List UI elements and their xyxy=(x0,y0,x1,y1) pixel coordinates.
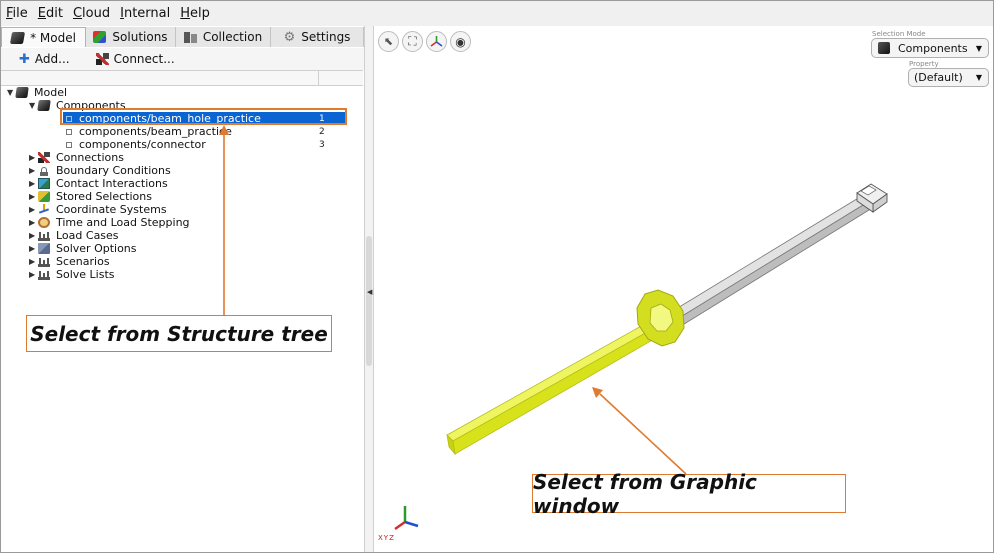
model-cube-icon xyxy=(10,31,26,44)
solutions-icon xyxy=(93,31,107,43)
callout-graphic-window: Select from Graphic window xyxy=(532,470,846,518)
expand-arrow-icon[interactable]: ▶ xyxy=(29,270,38,279)
solve-list-icon xyxy=(38,269,50,280)
tree-item-connections[interactable]: ▶ Connections xyxy=(29,151,124,164)
tree-item-component[interactable]: components/connector 3 xyxy=(63,138,346,151)
scenario-icon xyxy=(38,256,50,267)
expand-arrow-icon[interactable]: ▶ xyxy=(29,192,38,201)
tree-item-time-load-stepping[interactable]: ▶ Time and Load Stepping xyxy=(29,216,190,229)
column-separator[interactable] xyxy=(318,71,319,86)
menu-cloud[interactable]: Cloud xyxy=(68,6,115,21)
lock-icon xyxy=(38,165,50,176)
tab-collection[interactable]: Collection xyxy=(176,27,271,47)
structure-panel: * Model Solutions Collection ⚙ Settings … xyxy=(1,26,364,552)
tree-item-model[interactable]: ▼ Model xyxy=(7,86,67,99)
expand-arrow-icon[interactable]: ▶ xyxy=(29,257,38,266)
callout-structure-tree: Select from Structure tree xyxy=(26,315,332,352)
connection-icon xyxy=(38,152,50,163)
tab-model[interactable]: * Model xyxy=(1,27,86,47)
model-cube-icon xyxy=(15,87,29,98)
tree-item-boundary-conditions[interactable]: ▶ Boundary Conditions xyxy=(29,164,171,177)
expand-arrow-icon[interactable]: ▶ xyxy=(29,153,38,162)
collapse-arrow-icon[interactable]: ◀ xyxy=(367,288,372,296)
gear-icon: ⚙ xyxy=(283,29,296,45)
connect-button[interactable]: Connect... xyxy=(70,52,175,66)
tree-item-component[interactable]: components/beam_practice 2 xyxy=(63,125,346,138)
menu-file[interactable]: File xyxy=(1,6,33,21)
panel-splitter[interactable]: ◀ xyxy=(364,26,374,552)
stored-selection-icon xyxy=(38,191,50,202)
solver-options-icon xyxy=(38,243,50,254)
xyz-triad xyxy=(394,506,419,531)
menu-edit[interactable]: Edit xyxy=(33,6,68,21)
load-case-icon xyxy=(38,230,50,241)
collection-icon xyxy=(183,31,197,43)
beam-hole-practice-part-highlighted[interactable] xyxy=(446,289,685,456)
expand-arrow-icon[interactable]: ▶ xyxy=(29,166,38,175)
plus-icon: ✚ xyxy=(19,51,30,67)
structure-toolbar: ✚ Add... Connect... xyxy=(1,48,364,70)
component-icon xyxy=(66,141,72,148)
menu-bar: File Edit Cloud Internal Help xyxy=(1,1,993,26)
coordinate-system-icon xyxy=(38,204,50,215)
menu-help[interactable]: Help xyxy=(175,6,215,21)
expand-arrow-icon[interactable]: ▶ xyxy=(29,179,38,188)
panel-tabs: * Model Solutions Collection ⚙ Settings xyxy=(1,27,364,47)
contact-icon xyxy=(38,178,50,189)
expand-arrow-icon[interactable]: ▶ xyxy=(29,244,38,253)
tree-item-scenarios[interactable]: ▶ Scenarios xyxy=(29,255,110,268)
tab-settings[interactable]: ⚙ Settings xyxy=(271,27,364,47)
scrollbar-thumb[interactable] xyxy=(366,236,372,366)
tree-column-header[interactable] xyxy=(1,70,363,86)
connect-icon xyxy=(95,53,109,65)
selected-item-highlight xyxy=(60,108,347,125)
tree-item-solve-lists[interactable]: ▶ Solve Lists xyxy=(29,268,115,281)
clock-icon xyxy=(38,217,50,228)
expand-arrow-icon[interactable]: ▶ xyxy=(29,218,38,227)
expand-arrow-icon[interactable]: ▶ xyxy=(29,205,38,214)
tree-item-stored-selections[interactable]: ▶ Stored Selections xyxy=(29,190,152,203)
triad-label: XYZ xyxy=(378,534,395,542)
tree-item-load-cases[interactable]: ▶ Load Cases xyxy=(29,229,119,242)
tree-item-coordinate-systems[interactable]: ▶ Coordinate Systems xyxy=(29,203,167,216)
tree-item-solver-options[interactable]: ▶ Solver Options xyxy=(29,242,137,255)
expand-arrow-icon[interactable]: ▶ xyxy=(29,231,38,240)
menu-internal[interactable]: Internal xyxy=(115,6,175,21)
component-icon xyxy=(66,128,72,135)
tab-solutions[interactable]: Solutions xyxy=(86,27,176,47)
add-button[interactable]: ✚ Add... xyxy=(1,52,70,67)
tree-item-contact-interactions[interactable]: ▶ Contact Interactions xyxy=(29,177,168,190)
components-cube-icon xyxy=(37,100,51,111)
